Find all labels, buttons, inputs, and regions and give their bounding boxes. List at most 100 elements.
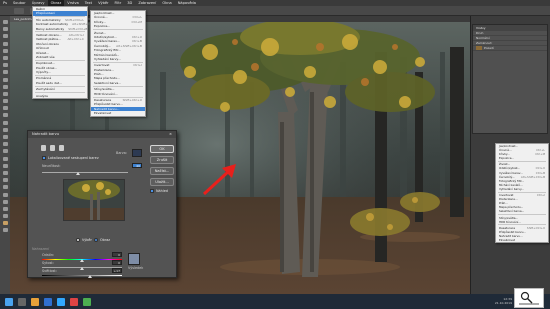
result-swatch[interactable] <box>128 253 140 265</box>
tool-icon[interactable] <box>2 120 8 125</box>
replace-color-dialog: Nahradit barvu × Barva: Lokalizované ses… <box>27 130 177 278</box>
menu-item-label: Expozice... <box>499 156 515 161</box>
tool-icon[interactable] <box>2 214 8 219</box>
hue-input[interactable]: 0 <box>112 252 122 257</box>
tool-preset-picker[interactable] <box>14 8 24 14</box>
tool-icon[interactable] <box>2 142 8 147</box>
lightness-knob[interactable] <box>88 275 92 278</box>
color-label: Barva: <box>116 151 128 155</box>
menu-item[interactable]: Expozice... <box>496 156 548 160</box>
tool-icon[interactable] <box>2 84 8 89</box>
tool-icon[interactable] <box>2 185 8 190</box>
selection-radio[interactable]: Výběr <box>76 238 92 242</box>
system-tray-clock[interactable]: 12:39 21.10.2019 <box>495 297 512 305</box>
tool-icon[interactable] <box>2 113 8 118</box>
menu-item[interactable]: Selektivní barva... <box>91 81 145 85</box>
file-explorer-icon[interactable] <box>31 297 39 306</box>
menu-item[interactable]: Výpočty... <box>33 70 87 74</box>
saturation-input[interactable]: 0 <box>112 260 122 265</box>
eyedropper-tools <box>41 145 64 151</box>
tool-icon[interactable] <box>2 91 8 96</box>
tool-icon[interactable] <box>2 55 8 60</box>
layer-name: Pozadí <box>484 46 494 50</box>
tool-icon[interactable] <box>2 163 8 168</box>
edge-icon[interactable] <box>44 297 52 306</box>
eyedropper-icon[interactable] <box>41 145 46 151</box>
layer-background[interactable]: Pozadí <box>473 46 547 51</box>
menu-item[interactable]: Expozice... <box>91 24 145 28</box>
load-button[interactable]: Načíst... <box>150 167 174 175</box>
menu-item[interactable]: Zachytávání <box>33 87 87 91</box>
adjustments-list: Jas/kontrast... Úrovně... Ctrl+L Křivky... C… <box>495 143 549 244</box>
menu-item-label: Ekvalizovat <box>94 111 112 116</box>
ok-button[interactable]: OK <box>150 145 174 153</box>
menu-item-shortcut: Shift+Ctrl+B <box>68 26 88 31</box>
photoshop-icon[interactable] <box>57 297 65 306</box>
tool-icon[interactable] <box>2 70 8 75</box>
menu-item-label: Výpočty... <box>36 70 51 75</box>
preview-checkbox[interactable]: Náhled <box>150 189 168 193</box>
tool-icon[interactable] <box>2 192 8 197</box>
menu-item[interactable]: Zobrazit vše <box>33 55 87 59</box>
menu-item[interactable]: Přizpůsobení <box>33 11 87 16</box>
menu-item[interactable]: Použít sadu dat... <box>33 81 87 85</box>
menu-item[interactable]: HDR tónování... <box>496 220 548 224</box>
menu-item-label: Barvy automaticky <box>36 26 65 31</box>
radio-selection[interactable] <box>76 238 80 242</box>
cancel-button[interactable]: Zrušit <box>150 156 174 164</box>
image-radio[interactable]: Obraz <box>94 238 110 242</box>
tool-icon[interactable] <box>2 170 8 175</box>
save-button[interactable]: Uložit... <box>150 178 174 186</box>
tool-icon[interactable] <box>2 206 8 211</box>
lightness-slider[interactable] <box>42 275 122 276</box>
search-icon[interactable] <box>18 297 26 306</box>
tool-icon[interactable] <box>2 34 8 39</box>
opera-icon[interactable] <box>70 297 78 306</box>
tool-icon[interactable] <box>2 135 8 139</box>
color-swatch[interactable] <box>132 149 142 157</box>
tool-icon[interactable] <box>2 99 8 104</box>
tool-icon[interactable] <box>2 48 8 53</box>
tool-icon[interactable] <box>2 221 8 226</box>
menu-item[interactable]: Selektivní barva... <box>496 209 548 213</box>
fuzziness-input[interactable]: 40 <box>132 163 142 168</box>
tool-icon[interactable] <box>2 106 8 111</box>
tool-icon[interactable] <box>2 156 8 161</box>
menu-item[interactable]: HDR tónování... <box>91 92 145 96</box>
tool-icon[interactable] <box>2 27 8 32</box>
menu-item[interactable]: Vyhledání barvy... <box>91 57 145 61</box>
preview-checkbox-box[interactable] <box>150 189 154 193</box>
tool-icon[interactable] <box>2 149 8 154</box>
tool-icon[interactable] <box>2 41 8 46</box>
eyedropper-plus-icon[interactable] <box>50 145 55 151</box>
tool-icon[interactable] <box>2 127 8 132</box>
tool-icon[interactable] <box>2 20 8 24</box>
menu-item-shortcut: Ctrl+M <box>535 152 545 157</box>
menu-item[interactable]: Barvy automaticky Shift+Ctrl+B <box>33 27 87 31</box>
menu-item[interactable]: Analýza <box>33 94 87 98</box>
menu-item-label: Přizpůsobení <box>36 11 56 16</box>
tool-icon[interactable] <box>2 178 8 183</box>
menu-item[interactable]: Vyhledání barvy... <box>496 187 548 191</box>
dialog-title: Nahradit barvu <box>32 132 60 136</box>
tool-icon[interactable] <box>2 77 8 82</box>
menu-item[interactable]: Ekvalizovat <box>496 238 548 242</box>
menu-item-label: Expozice... <box>94 24 111 29</box>
saturation-knob[interactable] <box>80 267 84 270</box>
hue-knob[interactable] <box>80 259 84 262</box>
spreadsheet-icon[interactable] <box>83 297 91 306</box>
eyedropper-minus-icon[interactable] <box>59 145 64 151</box>
checkbox-box[interactable] <box>42 156 46 160</box>
fuzziness-knob[interactable] <box>76 172 80 175</box>
close-icon[interactable]: × <box>169 131 172 138</box>
fuzziness-slider[interactable] <box>42 172 128 173</box>
localized-checkbox[interactable]: Lokalizované seskupení barev <box>42 156 99 160</box>
start-icon[interactable] <box>5 297 13 306</box>
menu-item-shortcut: Ctrl+M <box>131 19 142 24</box>
tool-icon[interactable] <box>2 63 8 68</box>
tool-icon[interactable] <box>2 228 8 233</box>
radio-image[interactable] <box>94 238 98 242</box>
lightness-input[interactable]: +17 <box>112 268 122 273</box>
tool-icon[interactable] <box>2 199 8 204</box>
menu-item[interactable]: Ekvalizovat <box>91 111 145 115</box>
